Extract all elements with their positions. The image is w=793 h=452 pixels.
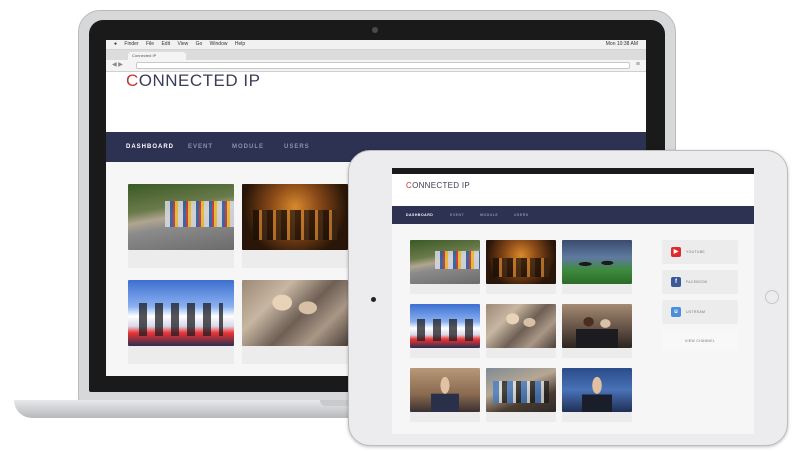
menu-item-finder[interactable]: Finder [124, 41, 138, 47]
video-card-footer [410, 284, 480, 294]
video-thumbnail-stadium[interactable] [562, 240, 632, 284]
video-card-footer [410, 348, 480, 358]
ustream-button[interactable]: u USTREAM [662, 300, 738, 324]
nav-dashboard[interactable]: DASHBOARD [126, 132, 174, 162]
tablet-site-nav: DASHBOARD EVENT MODULE USERS [392, 206, 754, 224]
forward-icon[interactable]: ▶ [118, 62, 123, 68]
video-card-footer [562, 348, 632, 358]
logo-text: ONNECTED IP [412, 181, 471, 190]
video-card-footer [562, 284, 632, 294]
browser-tabbar: Connected IP [106, 50, 646, 60]
facebook-label: FACEBOOK [686, 280, 708, 284]
video-thumbnail-studio[interactable] [410, 304, 480, 348]
youtube-label: YOUTUBE [686, 250, 706, 254]
tablet-nav-dashboard[interactable]: DASHBOARD [406, 206, 433, 224]
tablet-site-header [392, 174, 754, 206]
nav-users[interactable]: USERS [284, 132, 310, 162]
tablet-camera [371, 297, 376, 302]
facebook-icon: f [671, 277, 681, 287]
video-thumbnail-crowd[interactable] [486, 304, 556, 348]
menu-item-view[interactable]: View [177, 41, 188, 47]
browser-tab[interactable]: Connected IP [128, 52, 186, 60]
nav-event[interactable]: EVENT [188, 132, 213, 162]
video-thumbnail-interview[interactable] [562, 304, 632, 348]
video-card-footer [242, 346, 348, 364]
menubar-clock: Mon 10:38 AM [605, 41, 638, 47]
laptop-camera [372, 27, 378, 33]
tablet-screen: CONNECTED IP DASHBOARD EVENT MODULE USER… [392, 168, 754, 434]
ustream-label: USTREAM [686, 310, 706, 314]
video-thumbnail-studio[interactable] [128, 280, 234, 346]
nav-module[interactable]: MODULE [232, 132, 264, 162]
tablet-site-logo[interactable]: CONNECTED IP [406, 181, 470, 190]
video-card-footer [410, 412, 480, 422]
menu-item-go[interactable]: Go [196, 41, 203, 47]
video-card-footer [562, 412, 632, 422]
youtube-icon: ▶ [671, 247, 681, 257]
video-card-footer [242, 250, 348, 268]
video-thumbnail-cycling[interactable] [410, 240, 480, 284]
tablet-nav-event[interactable]: EVENT [450, 206, 464, 224]
browser-menu-icon[interactable]: ≡ [636, 61, 640, 68]
menu-item-file[interactable]: File [146, 41, 154, 47]
video-card-footer [128, 346, 234, 364]
video-card-footer [486, 348, 556, 358]
video-thumbnail-cycling[interactable] [128, 184, 234, 250]
video-card-footer [486, 284, 556, 294]
video-card-footer [486, 412, 556, 422]
video-thumbnail-crowd[interactable] [242, 280, 348, 346]
mac-menubar: ● Finder File Edit View Go Window Help M… [106, 40, 646, 50]
back-icon[interactable]: ◀ [112, 62, 117, 68]
menu-item-edit[interactable]: Edit [161, 41, 170, 47]
ustream-icon: u [671, 307, 681, 317]
menu-item-help[interactable]: Help [235, 41, 245, 47]
video-thumbnail-reporter[interactable] [562, 368, 632, 412]
tablet-home-button[interactable] [765, 290, 779, 304]
facebook-button[interactable]: f FACEBOOK [662, 270, 738, 294]
video-thumbnail-bikes[interactable] [486, 368, 556, 412]
video-thumbnail-night[interactable] [486, 240, 556, 284]
video-thumbnail-night[interactable] [242, 184, 348, 250]
browser-nav-buttons: ◀ ▶ [112, 62, 123, 68]
tablet-nav-module[interactable]: MODULE [480, 206, 498, 224]
logo-text: ONNECTED IP [138, 71, 261, 90]
video-card-footer [128, 250, 234, 268]
view-channel-button[interactable]: VIEW CHANNEL [662, 331, 738, 351]
apple-menu-icon[interactable]: ● [114, 41, 117, 47]
logo-accent-letter: C [126, 71, 139, 90]
menu-item-window[interactable]: Window [210, 41, 228, 47]
youtube-button[interactable]: ▶ YOUTUBE [662, 240, 738, 264]
address-bar[interactable] [136, 62, 630, 69]
tablet-nav-users[interactable]: USERS [514, 206, 529, 224]
site-logo[interactable]: CONNECTED IP [126, 71, 260, 91]
video-thumbnail-newsman[interactable] [410, 368, 480, 412]
